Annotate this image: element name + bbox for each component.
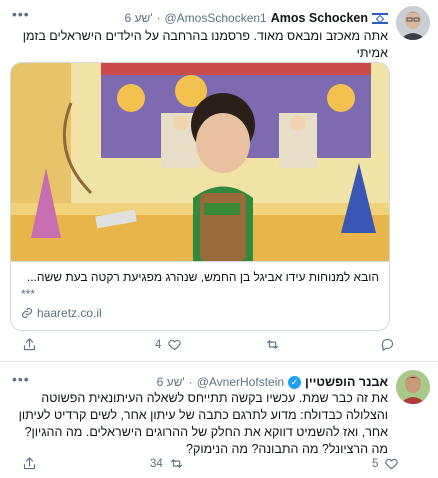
card-title: הובא למנוחות עידו אביגל בן החמש, שנהרג מ…: [26, 270, 379, 284]
tweet-header: 6 שע' · @AmosSchocken1 Amos Schocken: [124, 9, 388, 27]
like-button[interactable]: 4: [155, 337, 182, 352]
share-button[interactable]: [22, 456, 37, 471]
israel-flag-icon: [372, 12, 388, 24]
like-count: 4: [155, 338, 162, 351]
avatar[interactable]: [396, 370, 430, 404]
heart-icon: [168, 339, 182, 351]
user-handle[interactable]: @AmosSchocken1: [165, 11, 267, 25]
link-card[interactable]: הובא למנוחות עידו אביגל בן החמש, שנהרג מ…: [10, 62, 390, 331]
retweet-button[interactable]: 34: [150, 456, 184, 471]
more-icon[interactable]: •••: [12, 6, 30, 22]
verified-icon: ✓: [288, 375, 302, 389]
retweet-icon: [266, 340, 279, 349]
separator-dot: ·: [156, 11, 161, 25]
tweet-actions: 34 5: [0, 456, 438, 476]
retweet-count: 34: [150, 457, 163, 470]
card-excerpt: ***: [21, 287, 36, 301]
user-name[interactable]: אבנר הופשטיין: [305, 375, 388, 389]
card-domain[interactable]: haaretz.co.il: [21, 306, 102, 320]
share-icon: [23, 338, 36, 351]
reply-button[interactable]: [380, 337, 395, 352]
share-icon: [23, 457, 36, 470]
like-count: 5: [372, 457, 379, 470]
user-handle[interactable]: @AvnerHofstein: [197, 375, 284, 389]
card-domain-text: haaretz.co.il: [37, 306, 102, 320]
tweet-text: את זה כבר שמת. עכשיו בקשה תתייחס לשאלה ה…: [18, 391, 388, 456]
like-button[interactable]: 5: [372, 456, 399, 471]
tweet[interactable]: 6 שע' · @AvnerHofstein ✓ אבנר הופשטיין •…: [0, 361, 438, 478]
more-icon[interactable]: •••: [12, 371, 30, 387]
tweet-time[interactable]: 6 שע': [124, 11, 152, 25]
heart-icon: [385, 458, 399, 470]
share-button[interactable]: [22, 337, 37, 352]
avatar[interactable]: [396, 6, 430, 40]
tweet-header: 6 שע' · @AvnerHofstein ✓ אבנר הופשטיין: [157, 373, 388, 391]
user-name[interactable]: Amos Schocken: [271, 11, 368, 25]
retweet-button[interactable]: [265, 337, 280, 352]
separator-dot: ·: [188, 375, 193, 389]
retweet-icon: [170, 459, 182, 468]
tweet[interactable]: 6 שע' · @AmosSchocken1 Amos Schocken •••…: [0, 0, 438, 361]
reply-icon: [381, 338, 394, 351]
tweet-actions: 4: [0, 337, 438, 357]
card-body: הובא למנוחות עידו אביגל בן החמש, שנהרג מ…: [11, 261, 389, 330]
tweet-time[interactable]: 6 שע': [157, 375, 185, 389]
tweet-text: אתה מאכזב ומבאס מאוד. פרסמנו בהרחבה על ה…: [22, 29, 388, 60]
card-image: [11, 63, 389, 261]
link-icon: [21, 307, 33, 319]
timeline: 6 שע' · @AmosSchocken1 Amos Schocken •••…: [0, 0, 438, 477]
